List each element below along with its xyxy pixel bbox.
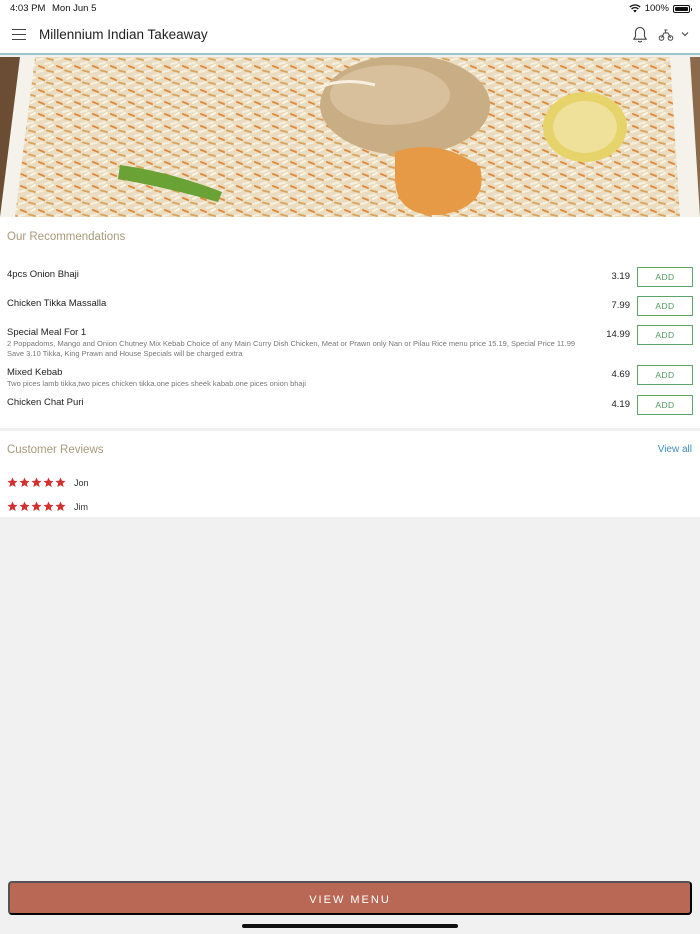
star-icon — [7, 501, 18, 511]
hero-food-image — [0, 57, 700, 217]
reviews-title: Customer Reviews — [7, 444, 104, 456]
battery-percent: 100% — [644, 3, 669, 14]
star-rating — [7, 501, 66, 512]
menu-item-description: 2 Poppadoms, Mango and Onion Chutney Mix… — [7, 339, 576, 358]
menu-item-description: Two pices lamb tikka,two pices chicken t… — [7, 379, 306, 388]
restaurant-title: Millennium Indian Takeaway — [39, 27, 208, 42]
view-all-reviews-link[interactable]: View all — [658, 444, 692, 455]
battery-icon — [673, 4, 692, 13]
customer-reviews-section: Customer Reviews View all Jon Jim — [0, 431, 700, 517]
menu-item-price: 14.99 — [606, 329, 630, 340]
status-right: 100% — [629, 3, 692, 14]
bell-icon[interactable] — [632, 26, 648, 44]
menu-item-price: 3.19 — [611, 271, 631, 282]
star-icon — [31, 501, 42, 511]
star-icon — [43, 477, 54, 487]
menu-item-name: Chicken Tikka Massalla — [7, 298, 107, 309]
star-icon — [19, 477, 30, 487]
add-button[interactable]: ADD — [637, 267, 693, 287]
add-button[interactable]: ADD — [637, 296, 693, 316]
menu-item-name: 4pcs Onion Bhaji — [7, 269, 79, 280]
status-bar: 4:03 PM Mon Jun 5 100% — [0, 0, 700, 16]
menu-icon[interactable] — [12, 29, 26, 40]
star-icon — [55, 501, 66, 511]
top-navbar: Millennium Indian Takeaway — [0, 16, 700, 55]
recommendations-section: Our Recommendations 4pcs Onion Bhaji 3.1… — [0, 217, 700, 428]
status-date: Mon Jun 5 — [52, 3, 97, 14]
biryani-illustration — [0, 57, 700, 217]
menu-item-name: Mixed Kebab — [7, 367, 63, 378]
star-icon — [31, 477, 42, 487]
menu-item-price: 4.19 — [611, 399, 631, 410]
view-menu-button[interactable]: VIEW MENU — [8, 881, 692, 915]
add-button[interactable]: ADD — [637, 325, 693, 345]
menu-item-price: 7.99 — [611, 300, 631, 311]
menu-item-price: 4.69 — [611, 369, 631, 380]
add-button[interactable]: ADD — [637, 365, 693, 385]
delivery-icon[interactable] — [658, 28, 674, 42]
menu-item-name: Chicken Chat Puri — [7, 397, 84, 408]
home-indicator[interactable] — [242, 924, 458, 928]
reviewer-name: Jon — [74, 477, 89, 488]
status-time: 4:03 PM — [10, 3, 46, 14]
star-icon — [7, 477, 18, 487]
star-icon — [19, 501, 30, 511]
review-row: Jon — [7, 477, 89, 488]
reviewer-name: Jim — [74, 501, 88, 512]
chevron-down-icon[interactable] — [681, 31, 689, 37]
star-icon — [43, 501, 54, 511]
menu-item-name: Special Meal For 1 — [7, 327, 87, 338]
review-row: Jim — [7, 501, 88, 512]
star-icon — [55, 477, 66, 487]
recommendations-title: Our Recommendations — [7, 231, 126, 243]
wifi-icon — [629, 4, 641, 13]
star-rating — [7, 477, 66, 488]
add-button[interactable]: ADD — [637, 395, 693, 415]
